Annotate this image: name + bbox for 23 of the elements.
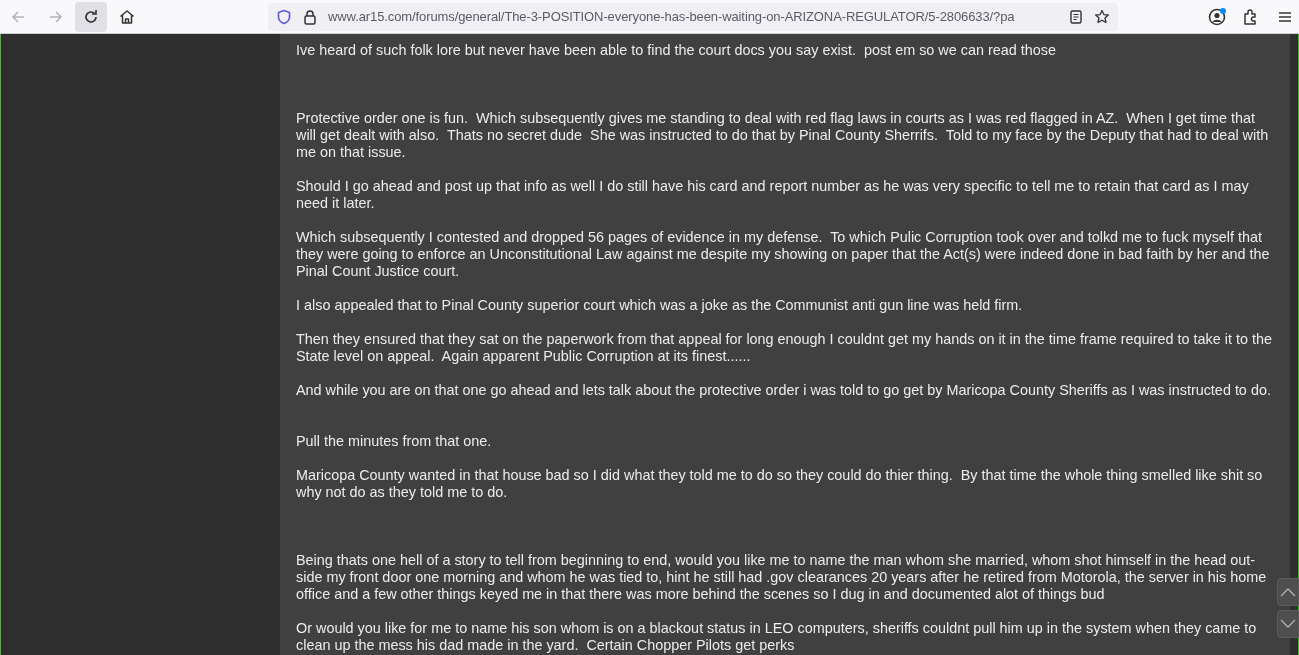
post-paragraph: I also appealed that to Pinal County superior court which was a joke as the Communist anti gun line was held firm.	[296, 297, 1024, 314]
lock-icon	[302, 8, 318, 25]
account-icon[interactable]	[1207, 6, 1227, 27]
post-paragraph: Maricopa County wanted in that house bad so I did what they told me to do so they could do thier thing. By that time the whole thing smelled like shit so why not do as they told me to do.	[296, 467, 1264, 501]
reader-view-icon[interactable]	[1068, 8, 1084, 25]
reload-button[interactable]	[75, 1, 107, 32]
chevron-down-icon	[1280, 619, 1296, 629]
post-paragraph: Then they ensured that they sat on the paperwork from that appeal for long enough I couldnt get my hands on it in the time frame required to take it to the State level on appeal. Again apparent Public Corruption at its finest......	[296, 331, 1273, 365]
star-icon[interactable]	[1094, 8, 1110, 25]
post-paragraph: Which subsequently I contested and dropped 56 pages of evidence in my defense. To which Pulic Corruption took over and tolkd me to fuck myself that they were going to enforce an Unconstitutional Law against me despite my showing on paper that the Act(s) were indeed done in bad faith by her and the Pinal Count Justice court.	[296, 229, 1271, 280]
post-paragraph: Ive heard of such folk lore but never have been able to find the court docs you say exist. post em so we can read those	[296, 42, 1057, 59]
post-paragraph: Being thats one hell of a story to tell from beginning to end, would you like me to name the man whom she married, whom shot himself in the head out-side my front door one morning and whom he was tied to, hint he still had .gov clearances 20 years after he retired from Motorola, the server in his home office and a few other things keyed me in that there was more behind the scenes so I dug in and documented alot of things bud	[296, 552, 1268, 603]
scroll-up-button[interactable]	[1277, 578, 1299, 606]
post-paragraph: And while you are on that one go ahead and lets talk about the protective order i was told to go get by Maricopa County Sheriffs as I was instructed to do.	[296, 382, 1272, 399]
post-paragraph: Should I go ahead and post up that info as well I do still have his card and report number as he was very specific to tell me to retain that card as I may need it later.	[296, 178, 1250, 212]
post-paragraph: Protective order one is fun. Which subsequently gives me standing to deal with red flag laws in courts as I was red flagged in AZ. When I get time that will get dealt with also. Thats no secret dude She was instructed to do that by Pinal County Sherrifs. Told to my face by the Deputy that had to deal with me on that issue.	[296, 110, 1270, 161]
post-paragraph: Pull the minutes from that one.	[296, 433, 493, 450]
chevron-up-icon	[1280, 587, 1296, 597]
address-bar[interactable]: www.ar15.com/forums/general/The-3-POSITION-everyone-has-been-waiting-on-ARIZONA-REGULATOR/5-2806633/?pa	[268, 2, 1118, 31]
post-paragraph: Or would you like for me to name his son whom is on a blackout status in LEO computers, sheriffs couldnt pull him up in the system when they came to clean up the mess his dad made in the yard. Certain Chopper Pilots get perks	[296, 620, 1258, 654]
shield-icon	[276, 8, 292, 25]
scroll-down-button[interactable]	[1277, 610, 1299, 638]
url-text: www.ar15.com/forums/general/The-3-POSITION-everyone-has-been-waiting-on-ARIZONA-REGULATOR/5-2806633/?pa	[328, 9, 1016, 24]
